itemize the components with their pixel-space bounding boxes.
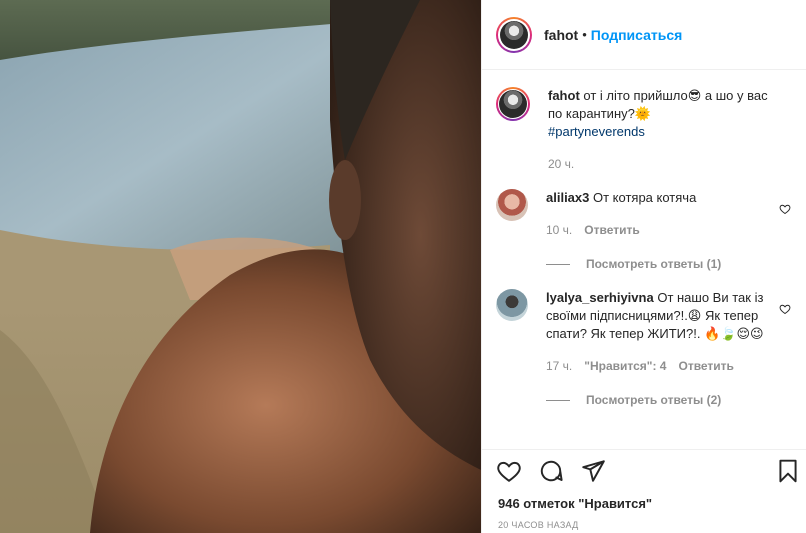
story-ring[interactable] (496, 16, 532, 53)
comment-username[interactable]: aliliax3 (546, 190, 589, 205)
comment-item: lyalya_serhiyivna От нашо Ви так із свої… (496, 289, 793, 375)
avatar[interactable] (500, 20, 528, 49)
comments-section[interactable]: fahot от і літо прийшло😎 а шо у вас по к… (482, 71, 806, 449)
post-timestamp[interactable]: 20 ЧАСОВ НАЗАД (498, 520, 579, 530)
separator-dot: • (582, 27, 587, 42)
replies-divider (546, 399, 570, 401)
view-replies-button[interactable]: Посмотреть ответы (1) (546, 257, 793, 271)
post-actions: 946 отметок "Нравится" 20 ЧАСОВ НАЗАД (482, 449, 806, 533)
comment-item: aliliax3 От котяра котяча 10 ч. Ответить (496, 189, 793, 239)
replies-divider (546, 263, 570, 265)
bookmark-icon[interactable] (775, 458, 801, 484)
comment-time[interactable]: 10 ч. (546, 221, 572, 239)
likes-count[interactable]: 946 отметок "Нравится" (498, 496, 652, 511)
comment-username[interactable]: lyalya_serhiyivna (546, 290, 654, 305)
post-photo[interactable] (0, 0, 481, 533)
caption-username[interactable]: fahot (548, 88, 580, 103)
avatar[interactable] (499, 90, 527, 118)
post-panel: fahot • Подписаться fahot от і літо прий… (481, 0, 806, 533)
follow-button[interactable]: Подписаться (591, 27, 683, 43)
caption-text: от і літо прийшло😎 а шо у вас по каранти… (548, 88, 768, 121)
avatar[interactable] (496, 189, 528, 221)
comment-text: От котяра котяча (593, 190, 697, 205)
post-header: fahot • Подписаться (482, 0, 806, 70)
like-comment-heart-icon[interactable] (779, 303, 791, 315)
like-comment-heart-icon[interactable] (779, 203, 791, 215)
caption-time[interactable]: 20 ч. (548, 155, 574, 173)
heart-icon[interactable] (496, 458, 522, 484)
view-replies-label[interactable]: Посмотреть ответы (2) (586, 393, 721, 407)
share-icon[interactable] (580, 458, 606, 484)
header-username[interactable]: fahot (544, 27, 578, 43)
caption: fahot от і літо прийшло😎 а шо у вас по к… (496, 87, 793, 173)
comment-time[interactable]: 17 ч. (546, 357, 572, 375)
comment-icon[interactable] (538, 458, 564, 484)
comment-likes-button[interactable]: "Нравится": 4 (584, 357, 666, 375)
reply-button[interactable]: Ответить (584, 221, 639, 239)
avatar[interactable] (496, 289, 528, 321)
view-replies-label[interactable]: Посмотреть ответы (1) (586, 257, 721, 271)
reply-button[interactable]: Ответить (678, 357, 733, 375)
hashtag-link[interactable]: #partyneverends (548, 124, 645, 139)
view-replies-button[interactable]: Посмотреть ответы (2) (546, 393, 793, 407)
